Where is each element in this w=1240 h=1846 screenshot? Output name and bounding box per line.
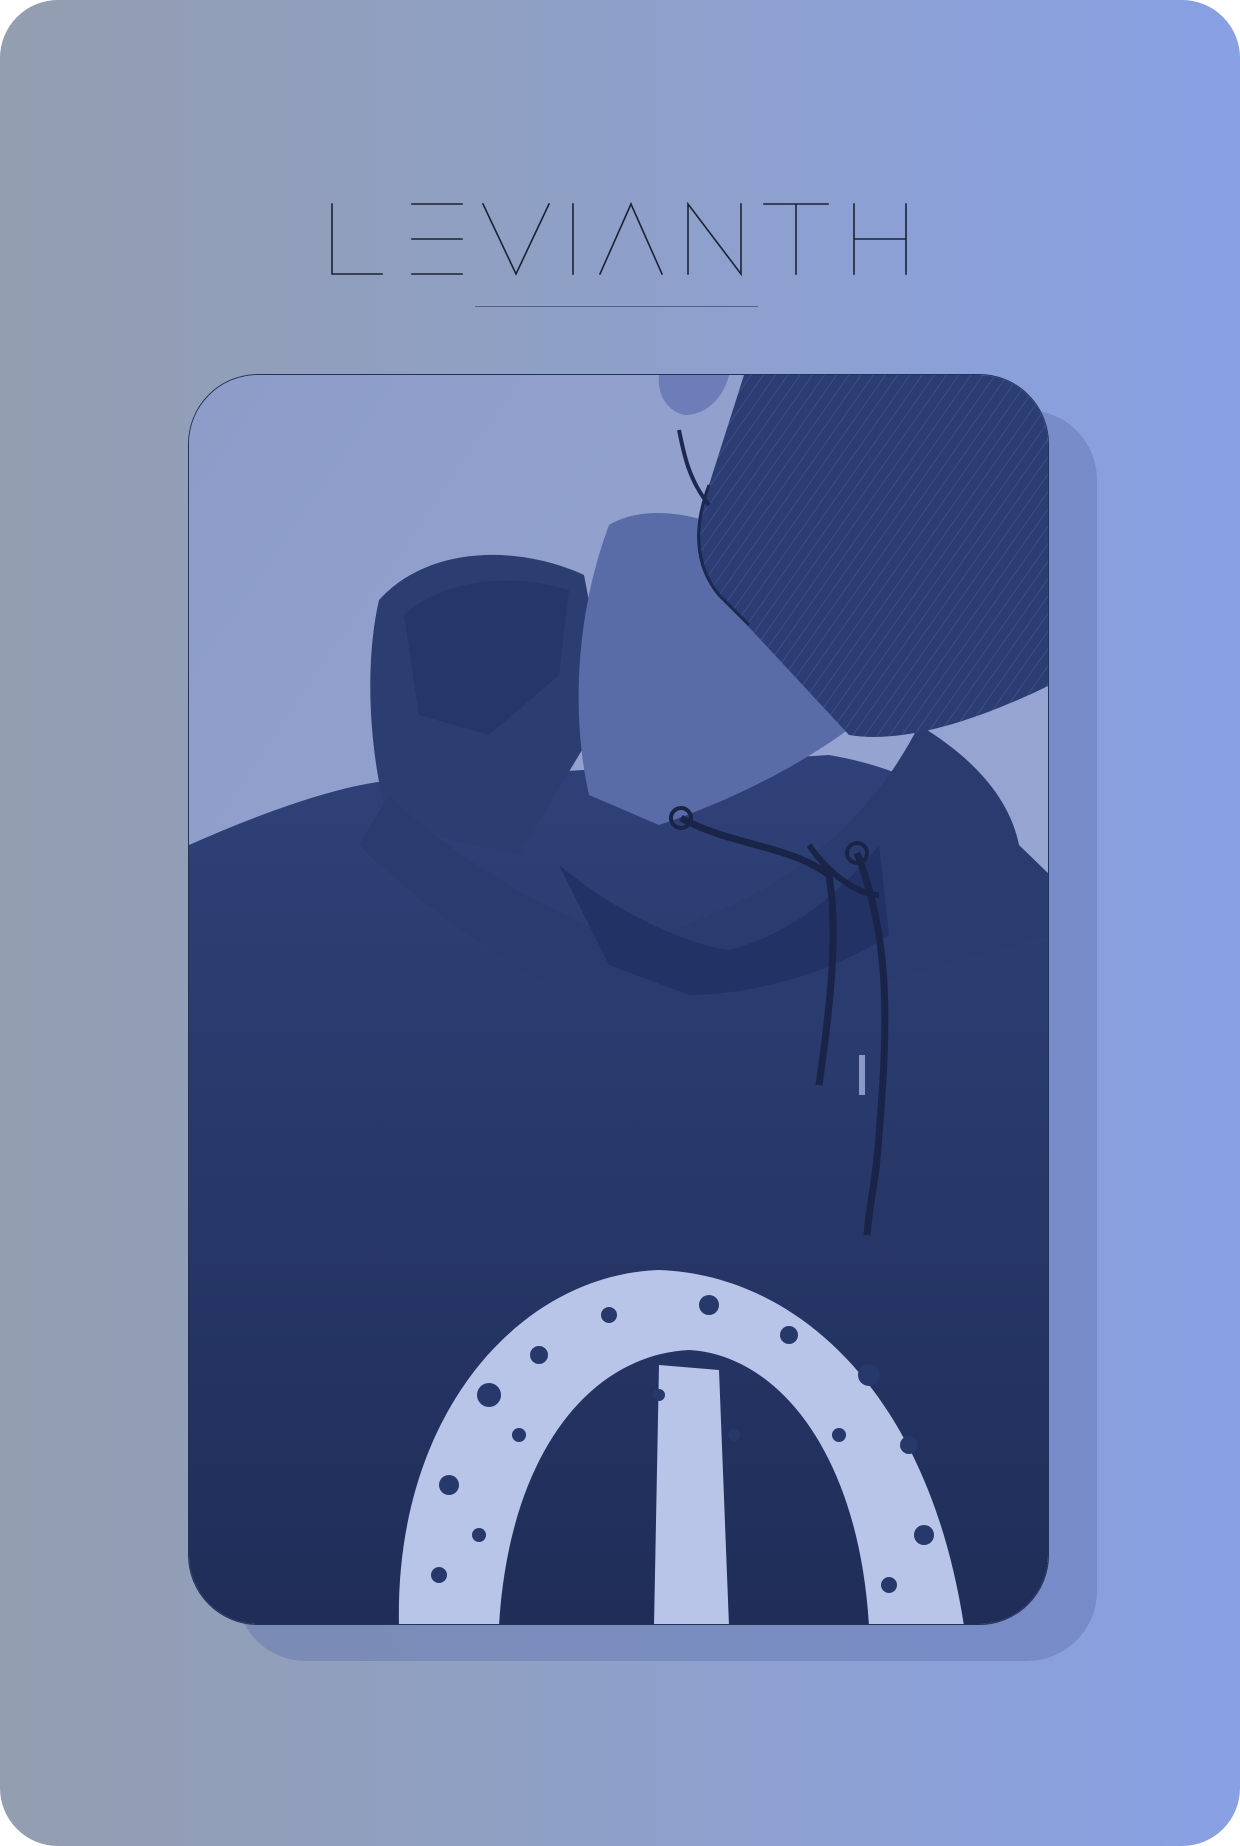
- brand-logo: LEVIANTH: [320, 196, 920, 288]
- poster-card: LEVIANTH: [0, 0, 1240, 1846]
- portrait-photo: [188, 374, 1049, 1625]
- logo-wordmark-icon: [331, 201, 907, 277]
- person-in-hoodie-with-mask-icon: [189, 375, 1048, 1624]
- logo-underline-divider: [475, 306, 758, 307]
